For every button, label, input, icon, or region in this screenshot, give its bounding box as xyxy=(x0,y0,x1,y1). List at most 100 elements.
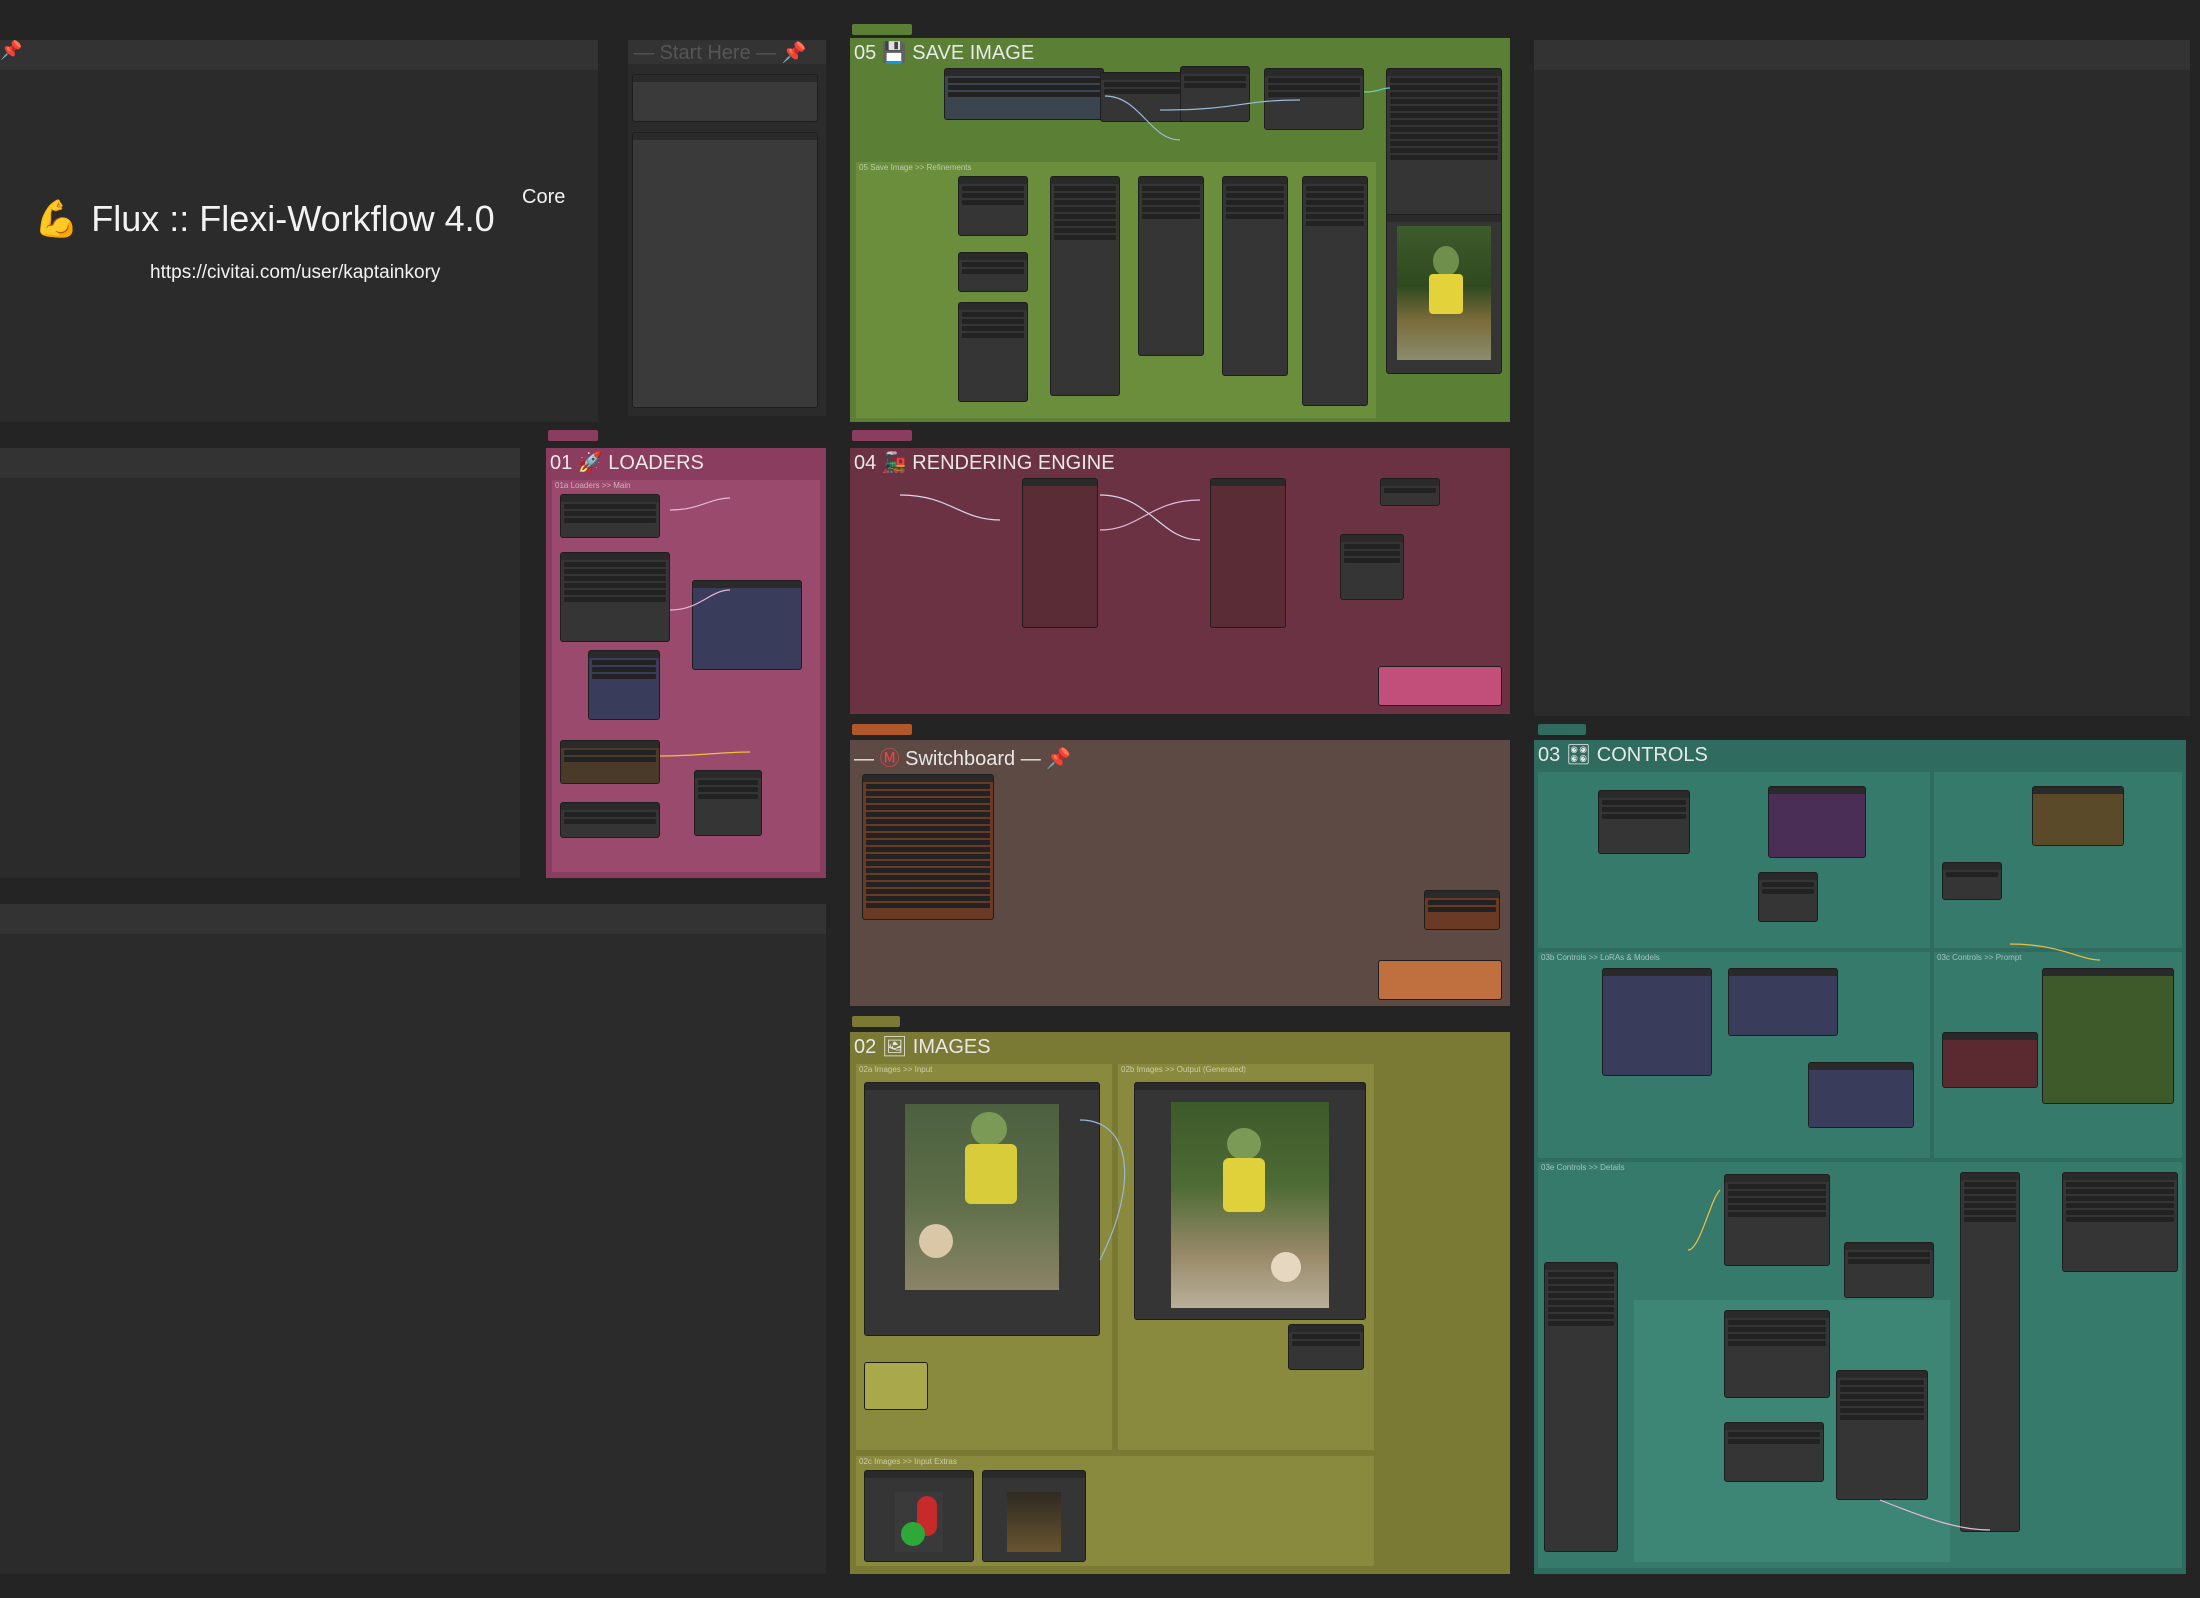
panel-header-bar xyxy=(0,40,598,70)
left-middle-panel xyxy=(0,448,520,878)
subgroup-title: 02a Images >> Input xyxy=(859,1065,933,1074)
node[interactable] xyxy=(560,740,660,784)
start-here-title: — Start Here — 📌 xyxy=(634,40,807,65)
group-label: SAVE IMAGE xyxy=(912,42,1035,64)
group-save-image[interactable]: 05 💾 SAVE IMAGE 05 Save Image >> Refinem… xyxy=(850,38,1510,422)
group-label: RENDERING ENGINE xyxy=(912,452,1115,474)
locomotive-icon: 🚂 xyxy=(881,452,907,474)
node[interactable] xyxy=(1758,872,1818,922)
node[interactable] xyxy=(864,1362,928,1410)
node[interactable] xyxy=(1138,176,1204,356)
node[interactable] xyxy=(2062,1172,2178,1272)
node[interactable] xyxy=(1302,176,1368,406)
node[interactable] xyxy=(1378,960,1502,1000)
negative-prompt-node[interactable] xyxy=(1942,1032,2038,1088)
subgroup-controls-a[interactable] xyxy=(1538,772,1930,948)
node[interactable] xyxy=(1728,968,1838,1036)
node[interactable] xyxy=(588,650,660,720)
switch-node[interactable] xyxy=(862,774,994,920)
right-top-panel xyxy=(1534,40,2190,716)
node[interactable] xyxy=(958,252,1028,292)
node[interactable] xyxy=(1544,1262,1618,1552)
node[interactable] xyxy=(944,68,1104,120)
node[interactable] xyxy=(1724,1422,1824,1482)
group-title: 04 🚂 RENDERING ENGINE xyxy=(854,450,1115,475)
node[interactable] xyxy=(1210,478,1286,628)
workflow-title: Flux :: Flexi-Workflow 4.0 xyxy=(91,198,495,239)
left-bottom-panel xyxy=(0,904,826,1574)
image-compare-node[interactable] xyxy=(1134,1082,1366,1320)
node[interactable] xyxy=(560,552,670,642)
note-node[interactable] xyxy=(632,132,818,408)
subgroup-details-inner[interactable] xyxy=(1634,1300,1950,1562)
node[interactable] xyxy=(1340,534,1404,600)
mask-image-thumbnail xyxy=(895,1492,943,1552)
group-number: 01 xyxy=(550,452,573,474)
subgroup-prompt[interactable]: 03c Controls >> Prompt xyxy=(1934,952,2182,1158)
subgroup-images-output[interactable]: 02b Images >> Output (Generated) xyxy=(1118,1064,1374,1450)
node[interactable] xyxy=(958,176,1028,236)
core-badge: Core xyxy=(522,186,566,208)
extra-image-node[interactable] xyxy=(982,1470,1086,1562)
node[interactable] xyxy=(1222,176,1288,376)
subgroup-images-extras[interactable]: 02c Images >> Input Extras xyxy=(856,1456,1374,1566)
dash: — xyxy=(854,748,874,770)
node[interactable] xyxy=(1424,890,1500,930)
group-controls[interactable]: 03 🎛 CONTROLS 03b Controls >> LoRAs & Mo… xyxy=(1534,740,2186,1574)
subgroup-refinements[interactable]: 05 Save Image >> Refinements xyxy=(856,162,1376,418)
subgroup-controls-b[interactable] xyxy=(1934,772,2182,948)
node[interactable] xyxy=(560,802,660,838)
group-switchboard[interactable]: — Ⓜ Switchboard — 📌 xyxy=(850,740,1510,1006)
group-tag xyxy=(852,430,912,441)
node[interactable] xyxy=(1836,1370,1928,1500)
subgroup-details[interactable]: 03e Controls >> Details xyxy=(1538,1162,2182,1568)
node[interactable] xyxy=(1960,1172,2020,1532)
node[interactable] xyxy=(1724,1310,1830,1398)
node[interactable] xyxy=(1808,1062,1914,1128)
node[interactable] xyxy=(1288,1324,1364,1370)
group-images[interactable]: 02 🖼 IMAGES 02a Images >> Input 02b Imag… xyxy=(850,1032,1510,1574)
group-title: 03 🎛 CONTROLS xyxy=(1538,742,1708,767)
flexed-biceps-icon: 💪 xyxy=(34,198,79,239)
node[interactable] xyxy=(1386,68,1502,228)
group-rendering-engine[interactable]: 04 🚂 RENDERING ENGINE xyxy=(850,448,1510,714)
group-label: Switchboard xyxy=(905,748,1016,770)
node[interactable] xyxy=(1724,1174,1830,1266)
node[interactable] xyxy=(1050,176,1120,396)
panel-header-bar xyxy=(0,904,826,934)
group-number: 02 xyxy=(854,1036,877,1058)
subgroup-loaders-main[interactable]: 01a Loaders >> Main xyxy=(552,480,820,872)
panel-header-bar xyxy=(1534,40,2190,70)
node[interactable] xyxy=(1264,68,1364,130)
node[interactable] xyxy=(1180,66,1250,122)
node[interactable] xyxy=(2032,786,2124,846)
node[interactable] xyxy=(1768,786,1866,858)
node[interactable] xyxy=(1598,790,1690,854)
extra-image-thumbnail xyxy=(1007,1492,1061,1552)
author-url[interactable]: https://civitai.com/user/kaptainkory xyxy=(150,262,440,284)
node[interactable] xyxy=(692,580,802,670)
node[interactable] xyxy=(694,770,762,836)
node[interactable] xyxy=(560,494,660,538)
title-row: 💪 Flux :: Flexi-Workflow 4.0 xyxy=(34,198,495,240)
prompt-node[interactable] xyxy=(2042,968,2174,1104)
group-tag xyxy=(852,24,912,35)
group-loaders[interactable]: 01 🚀 LOADERS 01a Loaders >> Main xyxy=(546,448,826,878)
subgroup-loras-models[interactable]: 03b Controls >> LoRAs & Models xyxy=(1538,952,1930,1158)
subgroup-title: 02b Images >> Output (Generated) xyxy=(1121,1065,1246,1074)
node[interactable] xyxy=(1602,968,1712,1076)
subgroup-images-input[interactable]: 02a Images >> Input xyxy=(856,1064,1112,1450)
node[interactable] xyxy=(1022,478,1098,628)
node[interactable] xyxy=(1942,862,2002,900)
node[interactable] xyxy=(1844,1242,1934,1298)
title-card-panel: 📌 💪 Flux :: Flexi-Workflow 4.0 Core http… xyxy=(0,40,598,422)
metro-icon: Ⓜ xyxy=(879,748,900,770)
node[interactable] xyxy=(1100,72,1188,122)
load-image-node[interactable] xyxy=(864,1082,1100,1336)
note-node[interactable] xyxy=(632,74,818,122)
mask-node[interactable] xyxy=(864,1470,974,1562)
preview-image-node[interactable] xyxy=(1386,214,1502,374)
node[interactable] xyxy=(958,302,1028,402)
node[interactable] xyxy=(1378,666,1502,706)
node[interactable] xyxy=(1380,478,1440,506)
